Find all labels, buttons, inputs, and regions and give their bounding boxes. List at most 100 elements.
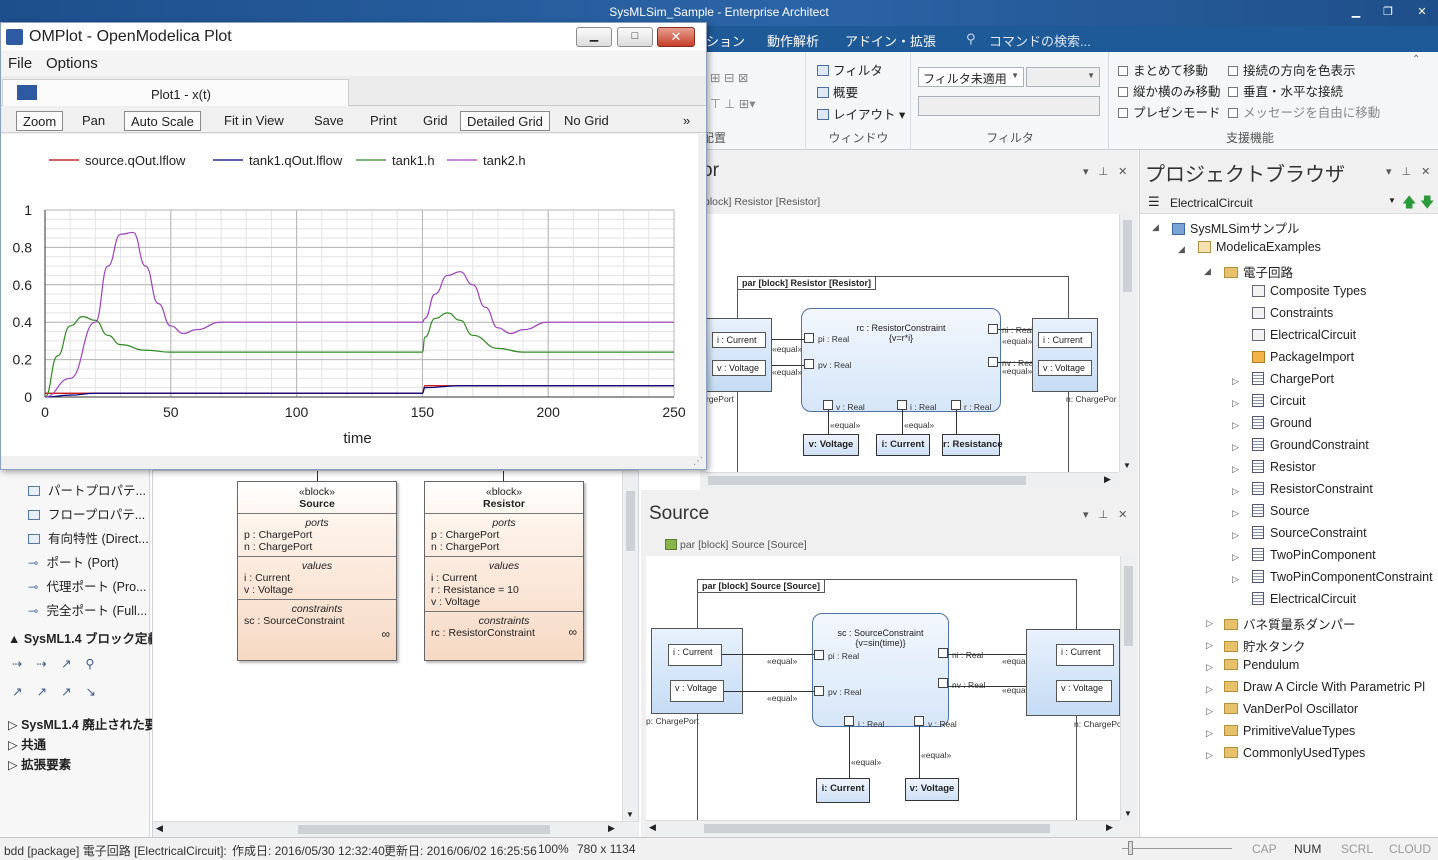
tree-folder-pendulum[interactable]: Pendulum xyxy=(1224,658,1299,672)
zoom-slider-handle[interactable] xyxy=(1128,841,1133,855)
tree-item-resistor[interactable]: Resistor xyxy=(1252,460,1316,474)
resistor-horizontal-scrollbar[interactable]: ▶ xyxy=(706,472,1119,488)
grid-button[interactable]: Grid xyxy=(417,111,454,131)
filter-text[interactable] xyxy=(918,96,1100,116)
tree-item-composite-types[interactable]: Composite Types xyxy=(1252,284,1366,298)
zoom-slider[interactable] xyxy=(1122,848,1232,849)
arrow-down-icon[interactable]: 🡇 xyxy=(1420,192,1434,216)
value-resistance[interactable]: r: Resistance xyxy=(942,434,1003,456)
connector-color-checkbox[interactable]: 接続の方向を色表示 xyxy=(1228,60,1356,79)
ribbon-collapse-icon[interactable]: ⌃ xyxy=(1412,54,1420,65)
menu-file[interactable]: File xyxy=(8,55,32,72)
orthogonal-checkbox[interactable]: 垂直・水平な接続 xyxy=(1228,81,1343,100)
browser-controls[interactable]: ▾⊥✕ xyxy=(1386,165,1438,178)
chevron-down-icon[interactable]: ▼ xyxy=(1388,196,1396,205)
tree-folder-common[interactable]: CommonlyUsedTypes xyxy=(1224,746,1365,760)
tree-item-electricalcircuit[interactable]: ElectricalCircuit xyxy=(1252,592,1356,606)
value-voltage[interactable]: v: Voltage xyxy=(803,434,859,456)
line-chart[interactable]: 0 50 100 150 200 250 0 0.2 0.4 0.6 0.8 1 time source.… xyxy=(1,134,698,456)
tree-item-package-import[interactable]: PackageImport xyxy=(1252,350,1354,364)
port-block-right[interactable] xyxy=(1032,318,1098,392)
toolbox-part-property[interactable]: パートプロパテ... xyxy=(28,480,146,499)
source-vertical-scrollbar[interactable]: ▼ xyxy=(1120,556,1136,820)
omplot-window[interactable]: OMPlot - OpenModelica Plot ▁ □ ✕ File Op… xyxy=(0,22,707,470)
toolbox-section-deprecated[interactable]: ▷ SysML1.4 廃止された要 xyxy=(8,714,157,733)
relationship-icons-row2[interactable]: ↗↗↗↘ xyxy=(12,684,110,699)
menu-options[interactable]: Options xyxy=(46,55,98,72)
port-block-left[interactable] xyxy=(706,318,772,392)
relationship-icons-row1[interactable]: ⇢⇢↗⚲ xyxy=(12,656,109,671)
tree-item-resistor-constraint[interactable]: ResistorConstraint xyxy=(1252,482,1373,496)
tree-modelica-examples[interactable]: ModelicaExamples xyxy=(1198,240,1321,254)
tree-item-chargeport[interactable]: ChargePort xyxy=(1252,372,1334,386)
value-current[interactable]: i: Current xyxy=(876,434,930,456)
toolbox-directed-feature[interactable]: 有向特性 (Direct... xyxy=(28,528,149,547)
menu-tab-1[interactable]: ション xyxy=(706,31,745,50)
bdd-vertical-scrollbar[interactable]: ▼ xyxy=(622,471,638,821)
source-diagram[interactable]: par [block] Source [Source] i : Current … xyxy=(646,556,1127,829)
tree-folder-circle[interactable]: Draw A Circle With Parametric Pl xyxy=(1224,680,1438,694)
tree-folder-primitive[interactable]: PrimitiveValueTypes xyxy=(1224,724,1355,738)
block-resistor[interactable]: «block» Resistor ports p : ChargePort n : … xyxy=(424,481,584,661)
detailed-grid-button[interactable]: Detailed Grid xyxy=(460,111,550,131)
tree-item-ground[interactable]: Ground xyxy=(1252,416,1312,430)
menu-tab-analysis[interactable]: 動作解析 xyxy=(767,31,819,50)
overview-button[interactable]: 概要 xyxy=(817,82,858,101)
free-message-checkbox[interactable]: メッセージを自由に移動 xyxy=(1228,102,1380,121)
tree-item-circuit[interactable]: Circuit xyxy=(1252,394,1305,408)
toolbox-section-block[interactable]: ▲ SysML1.4 ブロック定義 xyxy=(8,628,160,647)
print-button[interactable]: Print xyxy=(364,111,403,131)
toolbox-section-extensions[interactable]: ▷ 拡張要素 xyxy=(8,754,71,773)
value-current[interactable]: i: Current xyxy=(816,778,870,803)
command-search[interactable]: コマンドの検索... xyxy=(989,31,1091,50)
filter-button[interactable]: フィルタ xyxy=(817,60,883,79)
tree-folder-tank[interactable]: 貯水タンク xyxy=(1224,636,1306,655)
save-button[interactable]: Save xyxy=(308,111,350,131)
tree-folder-spring[interactable]: バネ質量系ダンパー xyxy=(1224,614,1356,633)
omplot-minimize-button[interactable]: ▁ xyxy=(576,27,612,47)
tab-plot1[interactable]: Plot1 - x(t) xyxy=(2,79,349,106)
plot-area[interactable]: 0 50 100 150 200 250 0 0.2 0.4 0.6 0.8 1 time source.… xyxy=(1,134,698,456)
value-voltage[interactable]: v: Voltage xyxy=(905,778,959,801)
zoom-button[interactable]: Zoom xyxy=(16,111,64,131)
bdd-horizontal-scrollbar[interactable]: ◀ ▶ xyxy=(153,821,639,837)
tree-item-constraints[interactable]: Constraints xyxy=(1252,306,1333,320)
tree-folder-vanderpol[interactable]: VanDerPol Oscillator xyxy=(1224,702,1358,716)
close-button[interactable]: ✕ xyxy=(1413,4,1431,20)
omplot-close-button[interactable]: ✕ xyxy=(657,27,695,47)
resistor-vertical-scrollbar[interactable]: ▼ xyxy=(1119,214,1135,472)
tree-root[interactable]: SysMLSimサンプル xyxy=(1172,218,1299,237)
menu-icon[interactable]: ☰ xyxy=(1148,194,1160,210)
maximize-button[interactable]: ❐ xyxy=(1379,4,1397,20)
tree-item-source-constraint[interactable]: SourceConstraint xyxy=(1252,526,1367,540)
tree-item-twopin[interactable]: TwoPinComponent xyxy=(1252,548,1376,562)
filter-combo-2[interactable]: ▼ xyxy=(1026,67,1100,87)
source-horizontal-scrollbar[interactable]: ◀ ▶ xyxy=(646,820,1120,836)
toolbox-section-common[interactable]: ▷ 共通 xyxy=(8,734,46,753)
toolbox-flow-property[interactable]: フロープロパテ... xyxy=(28,504,145,523)
port-block-right[interactable] xyxy=(1026,629,1120,716)
toolbox-full-port[interactable]: ⊸ 完全ポート (Full... xyxy=(28,600,147,619)
panel-controls[interactable]: ▾⊥✕ xyxy=(1083,165,1137,178)
bdd-diagram-canvas[interactable]: «block» Source ports p : ChargePort n : Ch… xyxy=(152,470,639,837)
no-grid-button[interactable]: No Grid xyxy=(558,111,615,131)
omplot-maximize-button[interactable]: □ xyxy=(617,27,653,47)
resize-grip-icon[interactable]: ⋰ xyxy=(693,456,703,467)
browser-selector[interactable]: ☰ ElectricalCircuit ▼ 🡅 🡇 xyxy=(1140,190,1438,214)
axis-move-checkbox[interactable]: 縦か横のみ移動 xyxy=(1118,81,1221,100)
tree-item-electricalcircuit-diagram[interactable]: ElectricalCircuit xyxy=(1252,328,1356,342)
toolbox-port[interactable]: ⊸ ポート (Port) xyxy=(28,552,119,571)
tree-item-source[interactable]: Source xyxy=(1252,504,1310,518)
fit-in-view-button[interactable]: Fit in View xyxy=(218,111,290,131)
constraint-block[interactable]: sc : SourceConstraint {v=sin(time)} xyxy=(812,613,949,727)
move-together-checkbox[interactable]: まとめて移動 xyxy=(1118,60,1208,79)
toolbar-more-button[interactable]: » xyxy=(677,111,696,131)
resistor-diagram[interactable]: par [block] Resistor [Resistor] i : Curr… xyxy=(706,214,1126,476)
toolbox-proxy-port[interactable]: ⊸ 代理ポート (Pro... xyxy=(28,576,147,595)
tree-item-twopin-constraint[interactable]: TwoPinComponentConstraint xyxy=(1252,570,1438,584)
tree-item-ground-constraint[interactable]: GroundConstraint xyxy=(1252,438,1369,452)
filter-combo[interactable]: フィルタ未適用 ▼ xyxy=(918,67,1024,87)
block-source[interactable]: «block» Source ports p : ChargePort n : Ch… xyxy=(237,481,397,661)
arrow-up-icon[interactable]: 🡅 xyxy=(1402,192,1416,216)
present-mode-checkbox[interactable]: プレゼンモード xyxy=(1118,102,1221,121)
